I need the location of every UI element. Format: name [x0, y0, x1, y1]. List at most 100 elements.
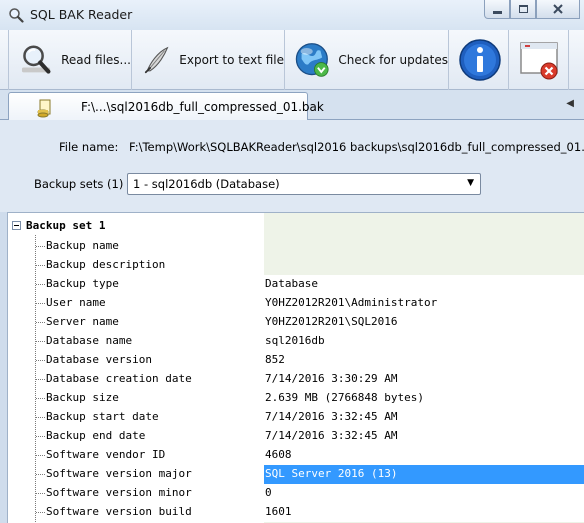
property-row[interactable]: Software version build 1601	[8, 503, 584, 522]
exit-button[interactable]	[509, 30, 569, 90]
export-text-button[interactable]: Export to text file	[132, 30, 285, 90]
database-file-icon	[37, 99, 51, 118]
property-row[interactable]: Database name sql2016db	[8, 332, 584, 351]
backup-sets-dropdown[interactable]: 1 - sql2016db (Database) ▼	[127, 173, 481, 195]
property-value: Y0HZ2012R201\SQL2016	[265, 315, 398, 328]
file-name-caption: File name:	[59, 140, 119, 154]
property-value: 1601	[265, 505, 292, 518]
property-value-cell[interactable]: sql2016db	[264, 332, 584, 351]
maximize-button[interactable]	[510, 0, 536, 19]
property-value-cell[interactable]: Y0HZ2012R201\SQL2016	[264, 313, 584, 332]
chevron-down-icon: ▼	[467, 178, 474, 188]
check-updates-label: Check for updates	[338, 53, 448, 67]
tree-connector	[36, 341, 45, 342]
property-name: Server name	[46, 315, 119, 328]
property-row[interactable]: Backup start date 7/14/2016 3:32:45 AM	[8, 408, 584, 427]
property-value-cell[interactable]: 7/14/2016 3:32:45 AM	[264, 427, 584, 446]
property-row[interactable]: Software version major SQL Server 2016 (1…	[8, 465, 584, 484]
property-row[interactable]: Backup type Database	[8, 275, 584, 294]
property-name: Database version	[46, 353, 152, 366]
property-row[interactable]: Software version minor 0	[8, 484, 584, 503]
quill-pen-icon	[144, 46, 169, 74]
minimize-button[interactable]	[484, 0, 510, 19]
property-value-cell[interactable]: 4608	[264, 446, 584, 465]
read-files-label: Read files...	[61, 53, 131, 67]
property-value: 4608	[265, 448, 292, 461]
minimize-icon	[492, 10, 502, 14]
property-value-cell[interactable]	[264, 237, 584, 256]
property-name: Database name	[46, 334, 133, 347]
property-row[interactable]: Server name Y0HZ2012R201\SQL2016	[8, 313, 584, 332]
property-row[interactable]: Backup end date 7/14/2016 3:32:45 AM	[8, 427, 584, 446]
property-name: Database creation date	[46, 372, 192, 385]
close-window-button[interactable]	[536, 0, 580, 19]
property-name: Backup start date	[46, 410, 159, 423]
tab-backup-file[interactable]: F:\...\sql2016db_full_compressed_01.bak	[8, 92, 324, 121]
tree-connector	[36, 303, 45, 304]
property-value-cell[interactable]: 852	[264, 351, 584, 370]
property-value: 0	[265, 486, 272, 499]
maximize-icon	[518, 5, 528, 13]
tree-connector	[36, 474, 45, 475]
tree-connector	[36, 493, 45, 494]
property-value-cell[interactable]	[264, 256, 584, 275]
close-icon	[553, 4, 563, 14]
property-value: 7/14/2016 3:32:45 AM	[265, 410, 398, 423]
tab-scroll-left-icon[interactable]: ◀	[566, 98, 574, 109]
property-name: Software vendor ID	[46, 448, 166, 461]
property-name: Backup type	[46, 277, 119, 290]
property-value-cell[interactable]: 7/14/2016 3:30:29 AM	[264, 370, 584, 389]
property-name: Backup name	[46, 239, 119, 252]
export-text-label: Export to text file	[179, 53, 284, 67]
property-value-cell[interactable]: Y0HZ2012R201\Administrator	[264, 294, 584, 313]
property-value: 7/14/2016 3:30:29 AM	[265, 372, 398, 385]
group-row[interactable]: Backup set 1	[8, 218, 584, 235]
property-value-cell[interactable]: 2.639 MB (2766848 bytes)	[264, 389, 584, 408]
backup-info-panel: File name: F:\Temp\Work\SQLBAKReader\sql…	[0, 120, 584, 212]
property-row[interactable]: Database creation date 7/14/2016 3:30:29 …	[8, 370, 584, 389]
property-name: Backup description	[46, 258, 166, 271]
property-row[interactable]: Software vendor ID 4608	[8, 446, 584, 465]
property-value: 2.639 MB (2766848 bytes)	[265, 391, 424, 404]
magnifier-icon	[21, 45, 51, 74]
backup-sets-caption: Backup sets (1)	[34, 177, 124, 191]
close-window-icon	[520, 42, 558, 80]
info-icon	[459, 39, 501, 81]
group-label: Backup set 1	[26, 219, 106, 232]
property-value-cell[interactable]: 1601	[264, 503, 584, 522]
tree-connector	[36, 436, 45, 437]
property-row[interactable]: Backup size 2.639 MB (2766848 bytes)	[8, 389, 584, 408]
title-bar[interactable]: SQL BAK Reader	[0, 0, 584, 30]
tree-connector	[36, 246, 45, 247]
tree-connector	[36, 322, 45, 323]
property-name: Backup end date	[46, 429, 146, 442]
about-button[interactable]	[449, 30, 509, 90]
property-value: sql2016db	[265, 334, 325, 347]
tab-label: F:\...\sql2016db_full_compressed_01.bak	[81, 100, 324, 114]
magnifier-icon	[9, 8, 24, 23]
file-name-value: F:\Temp\Work\SQLBAKReader\sql2016 backup…	[129, 140, 584, 154]
globe-update-icon	[295, 43, 329, 77]
property-row[interactable]: Backup name	[8, 237, 584, 256]
property-value-cell[interactable]: Database	[264, 275, 584, 294]
property-name: Backup size	[46, 391, 119, 404]
tree-connector	[36, 284, 45, 285]
backup-sets-selected: 1 - sql2016db (Database)	[133, 177, 280, 191]
tree-connector	[36, 417, 45, 418]
window-controls	[484, 0, 580, 20]
backup-properties-grid[interactable]: Backup set 1 Backup name Backup descripti…	[7, 212, 584, 523]
tree-connector	[36, 512, 45, 513]
property-row[interactable]: Backup description	[8, 256, 584, 275]
check-updates-button[interactable]: Check for updates	[285, 30, 449, 90]
property-name: Software version build	[46, 505, 192, 518]
tree-connector	[36, 379, 45, 380]
property-value-cell[interactable]: SQL Server 2016 (13)	[264, 465, 584, 484]
property-value-cell[interactable]: 0	[264, 484, 584, 503]
property-row[interactable]: User name Y0HZ2012R201\Administrator	[8, 294, 584, 313]
read-files-button[interactable]: Read files...	[8, 30, 132, 90]
collapse-icon[interactable]	[12, 221, 21, 230]
toolbar: Read files... Export to text file Check …	[0, 30, 584, 90]
property-value-cell[interactable]: 7/14/2016 3:32:45 AM	[264, 408, 584, 427]
document-tabs: F:\...\sql2016db_full_compressed_01.bak …	[0, 90, 584, 121]
property-row[interactable]: Database version 852	[8, 351, 584, 370]
